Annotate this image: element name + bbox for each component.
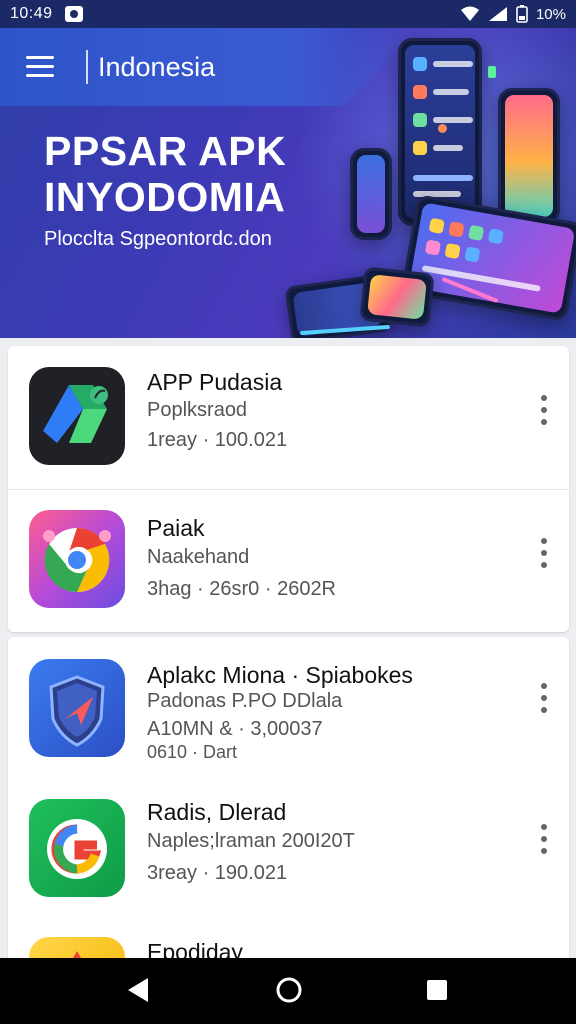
status-icons: 10% bbox=[460, 5, 566, 23]
app-name: Paiak bbox=[147, 515, 205, 541]
system-nav-bar bbox=[0, 958, 576, 1024]
google-icon bbox=[29, 799, 125, 897]
battery-percent: 10% bbox=[535, 5, 566, 23]
notification-icon bbox=[64, 6, 83, 22]
app-name: Aplakc Miona · Spiabokes bbox=[147, 662, 413, 688]
back-icon[interactable] bbox=[126, 977, 150, 1003]
phone-illustration-small bbox=[359, 266, 435, 328]
phone-illustration-right bbox=[498, 88, 560, 224]
banner-subtitle: Plocclta Sgpeontordc.don bbox=[44, 228, 272, 250]
shield-icon bbox=[29, 659, 125, 757]
app-meta: 3reay · 190.021 bbox=[147, 862, 288, 884]
app-list-card-2: Aplakc Miona · Spiabokes Padonas P.PO DD… bbox=[8, 637, 569, 967]
list-item[interactable]: APP Pudasia Poplksraod 1reay · 100.021 bbox=[8, 346, 569, 489]
hamburger-menu-icon[interactable] bbox=[26, 56, 54, 78]
app-meta-extra: 0610 · Dart bbox=[147, 742, 238, 762]
more-options-icon[interactable] bbox=[537, 538, 551, 568]
app-name: APP Pudasia bbox=[147, 369, 283, 395]
header-banner: Indonesia PPSAR APK INYODOMIA Plocclta S… bbox=[0, 28, 576, 338]
signal-icon bbox=[488, 7, 507, 21]
country-label[interactable]: Indonesia bbox=[98, 50, 215, 84]
list-item[interactable]: Paiak Naakehand 3hag · 26sr0 · 2602R bbox=[8, 490, 569, 632]
status-time: 10:49 bbox=[10, 5, 53, 22]
banner-title-line2: INYODOMIA bbox=[44, 174, 286, 220]
wifi-icon bbox=[460, 6, 479, 21]
more-options-icon[interactable] bbox=[537, 824, 551, 854]
app-developer: Poplksraod bbox=[147, 399, 248, 421]
more-options-icon[interactable] bbox=[537, 683, 551, 713]
status-bar: 10:49 10% bbox=[0, 0, 576, 28]
phone-illustration-left bbox=[350, 148, 392, 240]
app-meta: A10MN & · 3,00037 bbox=[147, 718, 323, 740]
app-list-card-1: APP Pudasia Poplksraod 1reay · 100.021 P… bbox=[8, 346, 569, 632]
app-meta: 3hag · 26sr0 · 2602R bbox=[147, 578, 337, 600]
app-developer: Naples;lraman 200I20T bbox=[147, 830, 355, 852]
battery-icon bbox=[516, 5, 528, 23]
app-developer: Naakehand bbox=[147, 546, 250, 568]
list-item[interactable]: Aplakc Miona · Spiabokes Padonas P.PO DD… bbox=[8, 637, 569, 779]
banner-title: PPSAR APK INYODOMIA bbox=[44, 128, 286, 220]
app-drive-icon bbox=[29, 367, 125, 465]
app-meta: 1reay · 100.021 bbox=[147, 429, 288, 451]
decor-dot bbox=[438, 124, 447, 133]
header-divider bbox=[86, 50, 88, 84]
list-item[interactable]: Radis, Dlerad Naples;lraman 200I20T 3rea… bbox=[8, 779, 569, 921]
home-icon[interactable] bbox=[275, 976, 303, 1004]
more-options-icon[interactable] bbox=[537, 395, 551, 425]
decor-dot bbox=[488, 66, 496, 78]
app-name: Radis, Dlerad bbox=[147, 799, 287, 825]
app-developer: Padonas P.PO DDlala bbox=[147, 690, 343, 712]
banner-title-line1: PPSAR APK bbox=[44, 128, 287, 174]
recents-icon[interactable] bbox=[425, 978, 449, 1002]
chrome-icon bbox=[29, 510, 125, 608]
